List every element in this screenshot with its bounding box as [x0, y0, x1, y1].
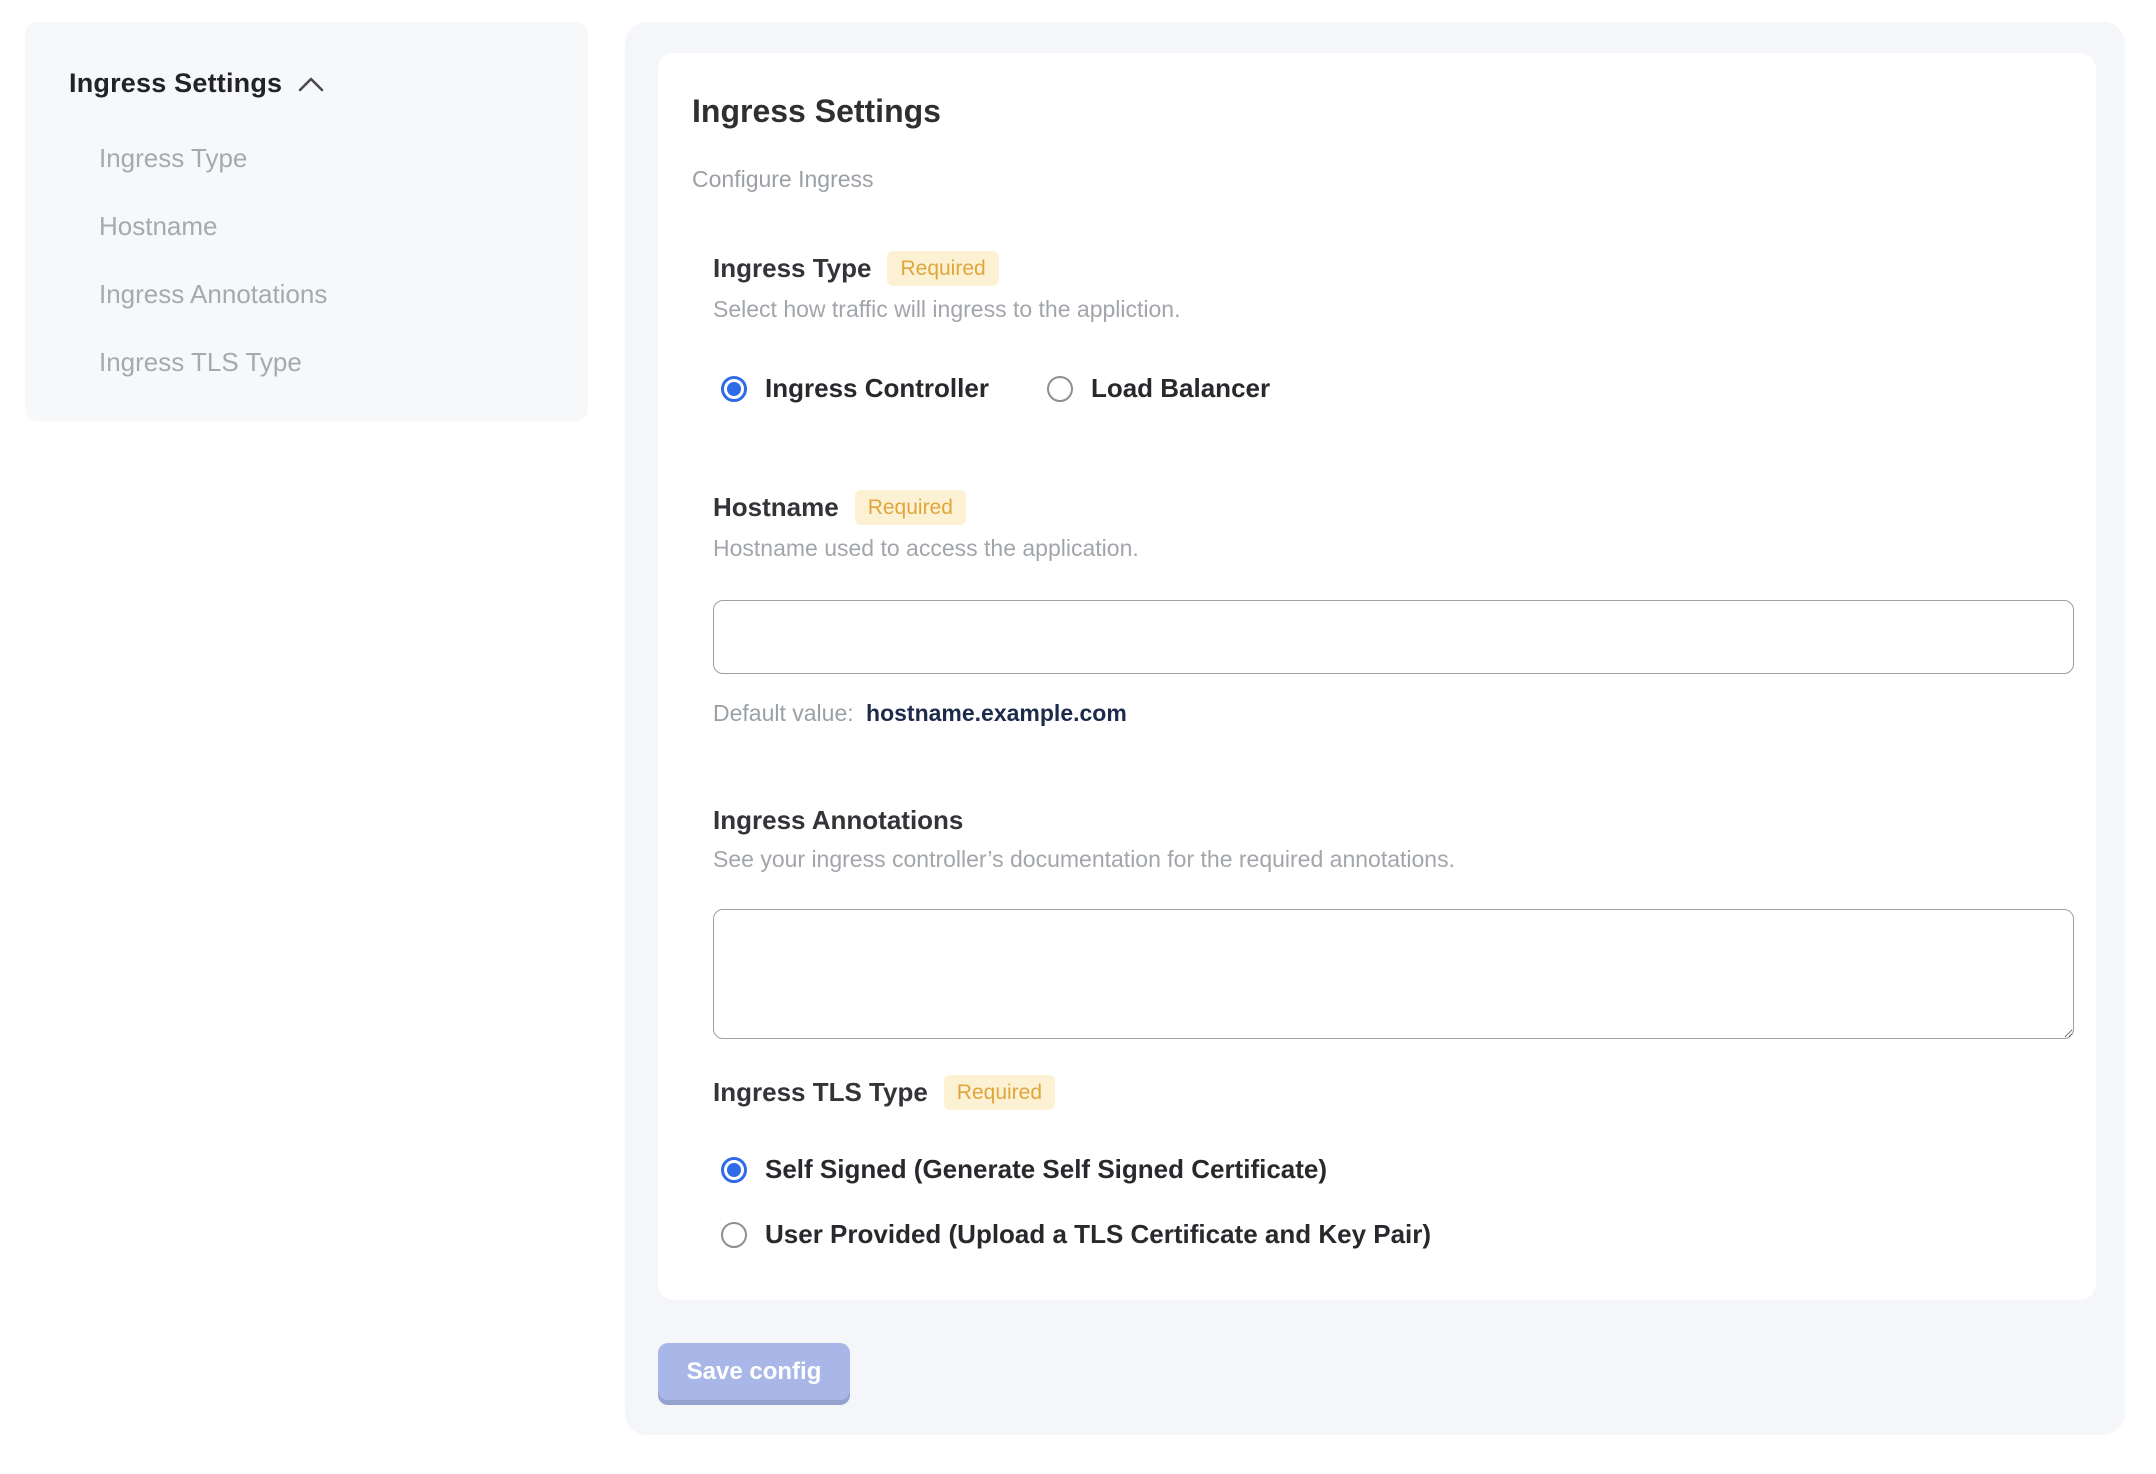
tls-heading: Ingress TLS Type Required	[713, 1075, 2074, 1110]
sidebar-item-ingress-type[interactable]: Ingress Type	[99, 143, 552, 173]
section-hostname: Hostname Required Hostname used to acces…	[713, 490, 2074, 727]
radio-user-provided[interactable]: User Provided (Upload a TLS Certificate …	[721, 1219, 2074, 1250]
sidebar-item-hostname[interactable]: Hostname	[99, 211, 552, 241]
section-ingress-annotations: Ingress Annotations See your ingress con…	[713, 805, 2074, 1039]
sidebar-section-toggle[interactable]: Ingress Settings	[69, 68, 552, 99]
ingress-type-label: Ingress Type	[713, 253, 872, 283]
section-ingress-type: Ingress Type Required Select how traffic…	[713, 251, 2074, 404]
annotations-description: See your ingress controller’s documentat…	[713, 846, 1455, 872]
sidebar-section-title: Ingress Settings	[69, 68, 283, 98]
sidebar-items: Ingress Type Hostname Ingress Annotation…	[69, 143, 552, 377]
ingress-settings-card: Ingress Settings Configure Ingress Ingre…	[658, 53, 2096, 1300]
radio-self-signed[interactable]: Self Signed (Generate Self Signed Certif…	[721, 1154, 2074, 1185]
settings-sidebar: Ingress Settings Ingress Type Hostname I…	[25, 22, 588, 421]
hostname-description: Hostname used to access the application.	[713, 535, 1139, 561]
radio-self-signed-label: Self Signed (Generate Self Signed Certif…	[765, 1154, 1328, 1184]
radio-ingress-controller[interactable]: Ingress Controller	[721, 373, 989, 404]
hostname-input[interactable]	[713, 600, 2074, 674]
ingress-type-heading: Ingress Type Required	[713, 251, 2074, 286]
tls-radio-group: Self Signed (Generate Self Signed Certif…	[713, 1154, 2074, 1250]
page-title: Ingress Settings	[692, 93, 941, 129]
hostname-label: Hostname	[713, 492, 839, 522]
page-subtitle: Configure Ingress	[692, 166, 874, 192]
save-config-button[interactable]: Save config	[658, 1343, 850, 1400]
annotations-label: Ingress Annotations	[713, 805, 964, 835]
sidebar-item-ingress-annotations[interactable]: Ingress Annotations	[99, 279, 552, 309]
ingress-type-description: Select how traffic will ingress to the a…	[713, 296, 1181, 322]
required-badge: Required	[943, 1075, 1056, 1110]
ingress-type-radio-group: Ingress Controller Load Balancer	[713, 373, 2074, 404]
default-value-prefix: Default value:	[713, 700, 854, 726]
radio-load-balancer-label: Load Balancer	[1090, 373, 1271, 403]
radio-ingress-controller-label: Ingress Controller	[765, 373, 989, 403]
radio-button-icon	[721, 375, 747, 402]
radio-button-icon	[721, 1221, 747, 1248]
radio-user-provided-label: User Provided (Upload a TLS Certificate …	[765, 1219, 1432, 1249]
hostname-default-line: Default value: hostname.example.com	[713, 700, 2074, 727]
hostname-heading: Hostname Required	[713, 490, 2074, 525]
required-badge: Required	[887, 251, 999, 286]
sidebar-item-ingress-tls-type[interactable]: Ingress TLS Type	[99, 347, 552, 377]
radio-load-balancer[interactable]: Load Balancer	[1046, 373, 1271, 404]
radio-button-icon	[1046, 375, 1073, 402]
annotations-heading: Ingress Annotations	[713, 805, 2074, 836]
form-sections: Ingress Type Required Select how traffic…	[713, 251, 2074, 1250]
chevron-up-icon	[298, 76, 324, 92]
annotations-textarea[interactable]	[713, 909, 2074, 1039]
tls-label: Ingress TLS Type	[713, 1077, 928, 1107]
default-value-text: hostname.example.com	[866, 700, 1127, 726]
section-ingress-tls-type: Ingress TLS Type Required Self Signed (G…	[713, 1075, 2074, 1250]
required-badge: Required	[854, 490, 966, 525]
ingress-settings-panel: Ingress Settings Configure Ingress Ingre…	[625, 22, 2125, 1435]
radio-button-icon	[721, 1156, 747, 1183]
